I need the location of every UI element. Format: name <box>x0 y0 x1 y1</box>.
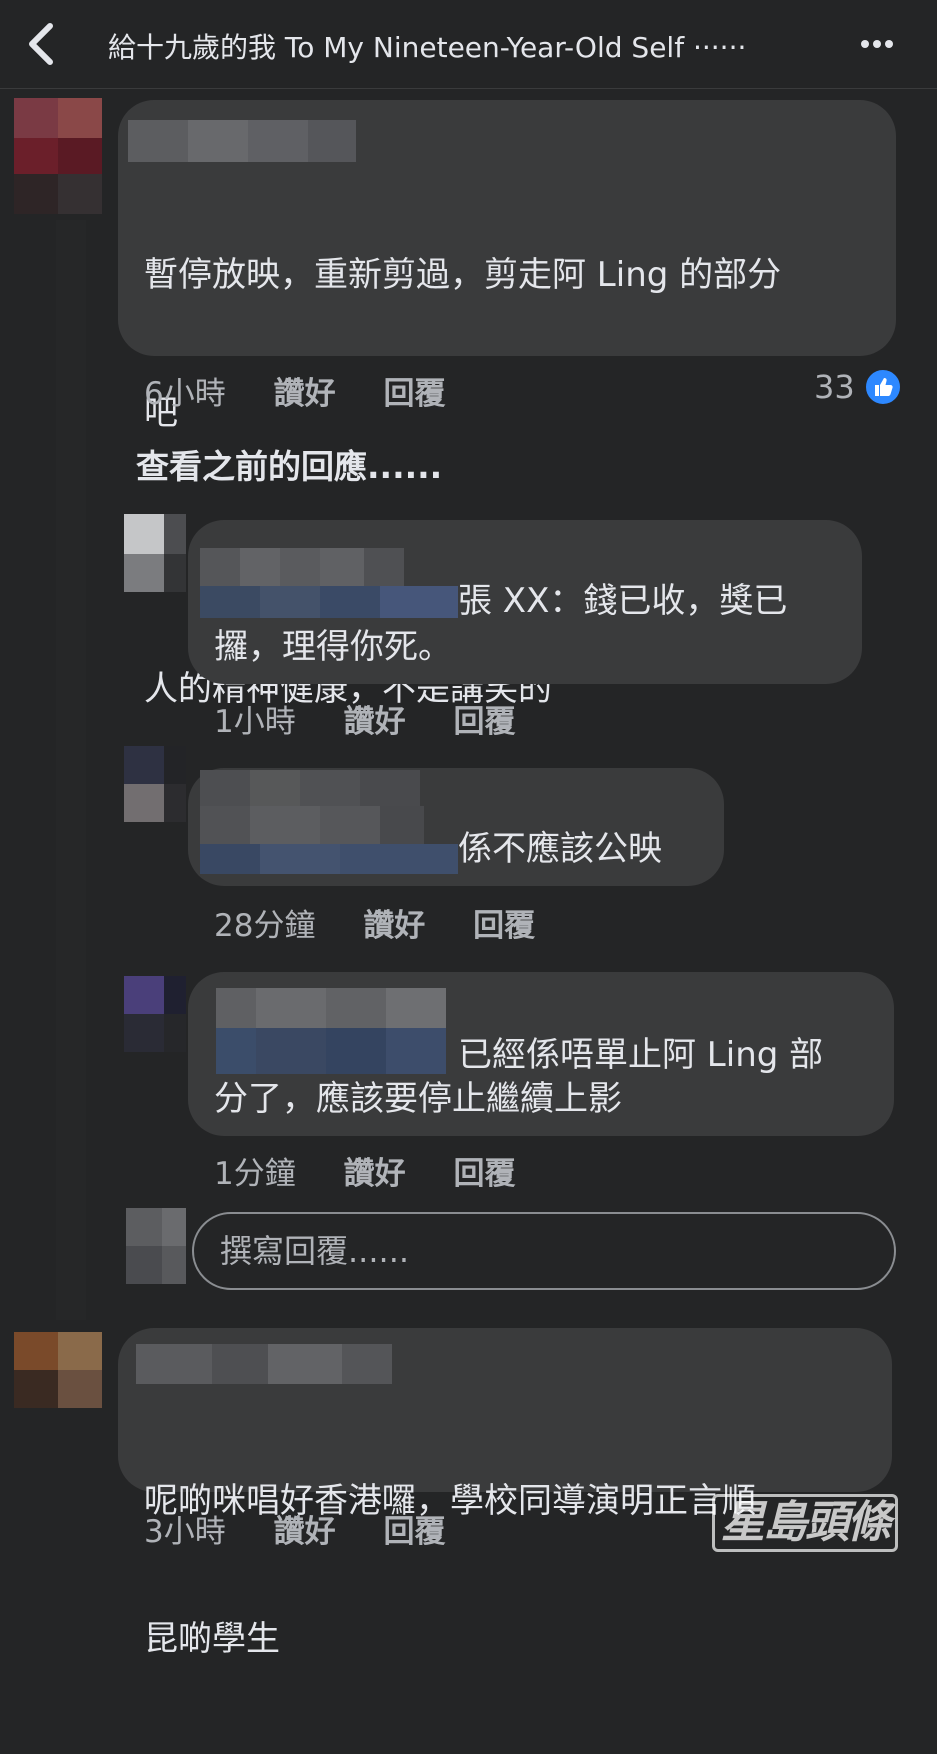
thumbs-up-icon <box>864 368 902 406</box>
redacted-name <box>216 988 446 1074</box>
like-button[interactable]: 讚好 <box>363 900 425 945</box>
like-button[interactable]: 讚好 <box>344 1148 406 1193</box>
post-title: 給十九歲的我 To My Nineteen-Year-Old Self ····… <box>108 31 747 64</box>
reply-meta: 28分鐘 讚好 回覆 <box>214 900 535 945</box>
avatar[interactable] <box>14 1332 102 1408</box>
avatar[interactable] <box>14 98 102 214</box>
like-button[interactable]: 讚好 <box>274 1506 336 1551</box>
reply-text: 已經係唔單止阿 Ling 部 <box>458 1035 824 1075</box>
redacted-name <box>200 770 458 874</box>
like-button[interactable]: 讚好 <box>274 368 336 413</box>
more-dots-icon <box>861 40 869 48</box>
reply-text: 攞，理得你死。 <box>214 627 452 667</box>
watermark-logo: 星島頭條 <box>712 1494 898 1552</box>
reply-text: 張 XX：錢已收，獎已 <box>458 581 788 621</box>
reply-button[interactable]: 回覆 <box>473 900 535 945</box>
reply-meta: 1小時 讚好 回覆 <box>214 696 515 741</box>
comment-bubble[interactable]: 暫停放映，重新剪過，剪走阿 Ling 的部分 吧 人的精神健康，不是講笑的 <box>118 100 896 709</box>
reply-input[interactable] <box>192 1212 896 1290</box>
reply-text: 分了，應該要停止繼續上影 <box>214 1079 622 1119</box>
avatar[interactable] <box>124 514 186 592</box>
top-bar: 給十九歲的我 To My Nineteen-Year-Old Self ····… <box>0 0 937 89</box>
avatar[interactable] <box>124 976 186 1052</box>
reply-meta: 1分鐘 讚好 回覆 <box>214 1148 515 1193</box>
comment-time: 3小時 <box>144 1514 226 1550</box>
more-options-button[interactable] <box>859 30 907 58</box>
like-button[interactable]: 讚好 <box>344 696 406 741</box>
reply-time: 1分鐘 <box>214 1156 296 1192</box>
redacted-name <box>128 120 356 162</box>
reply-time: 1小時 <box>214 704 296 740</box>
redacted-name <box>136 1344 392 1384</box>
thread-line <box>56 220 86 1320</box>
comment-time: 6小時 <box>144 376 226 412</box>
reply-text: 係不應該公映 <box>458 829 662 869</box>
redacted-name <box>200 548 458 618</box>
reply-bubble[interactable]: 已經係唔單止阿 Ling 部 分了，應該要停止繼續上影 <box>188 972 894 1136</box>
view-previous-replies[interactable]: 查看之前的回應...... <box>136 440 442 488</box>
comment-meta: 6小時 讚好 回覆 <box>144 368 445 413</box>
my-avatar <box>126 1208 186 1284</box>
reply-button[interactable]: 回覆 <box>383 1506 445 1551</box>
comment-bubble[interactable]: 呢啲咪唱好香港囉，學校同導演明正言順 昆啲學生 <box>118 1328 892 1659</box>
avatar[interactable] <box>124 746 186 822</box>
reply-time: 28分鐘 <box>214 908 316 944</box>
reply-bubble[interactable]: 張 XX：錢已收，獎已 攞，理得你死。 <box>188 520 862 684</box>
back-button[interactable] <box>22 20 62 68</box>
reply-button[interactable]: 回覆 <box>453 696 515 741</box>
chevron-left-icon <box>29 23 53 65</box>
reaction-count[interactable]: 33 <box>814 368 855 406</box>
comment-text: 呢啲咪唱好香港囉，學校同導演明正言順 昆啲學生 <box>144 1481 756 1659</box>
reply-bubble[interactable]: 係不應該公映 <box>188 768 724 886</box>
reply-button[interactable]: 回覆 <box>453 1148 515 1193</box>
reply-button[interactable]: 回覆 <box>383 368 445 413</box>
comment-meta: 3小時 讚好 回覆 <box>144 1506 445 1551</box>
